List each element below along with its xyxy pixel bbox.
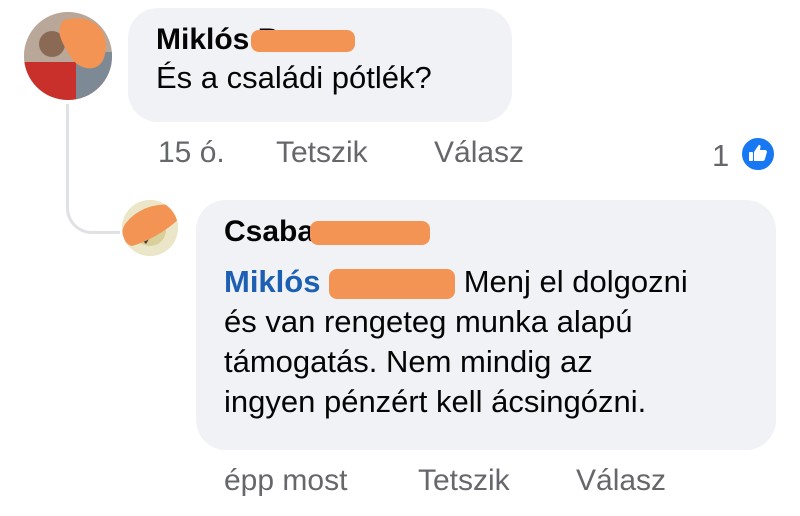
avatar[interactable] xyxy=(122,200,178,256)
comment-actions: épp most Tetszik Válasz xyxy=(0,464,800,504)
like-button[interactable]: Tetszik xyxy=(418,464,510,498)
comment-bubble: Csaba Miklós Menj el dolgozni és van ren… xyxy=(196,200,776,450)
mention-link[interactable]: Miklós xyxy=(224,264,320,299)
redaction-mark xyxy=(310,221,431,246)
reply-button[interactable]: Válasz xyxy=(576,464,666,498)
avatar[interactable] xyxy=(24,12,112,100)
comment-author[interactable]: Miklós B xyxy=(156,22,512,58)
comment-text: És a családi pótlék? xyxy=(156,60,432,95)
comment-actions: 15 ó. Tetszik Válasz xyxy=(0,136,800,176)
reaction-count: 1 xyxy=(712,138,730,173)
comment-bubble: Miklós B És a családi pótlék? xyxy=(128,8,512,122)
redaction-mark xyxy=(329,268,456,299)
comment-timestamp[interactable]: 15 ó. xyxy=(158,136,225,170)
like-icon xyxy=(740,136,776,172)
reply-button[interactable]: Válasz xyxy=(434,136,524,170)
comment-author[interactable]: Csaba xyxy=(224,214,776,250)
comment-text: Miklós Menj el dolgozni és van rengeteg … xyxy=(224,264,688,419)
redaction-mark xyxy=(251,30,356,53)
comment-timestamp[interactable]: épp most xyxy=(224,464,347,498)
like-button[interactable]: Tetszik xyxy=(276,136,368,170)
